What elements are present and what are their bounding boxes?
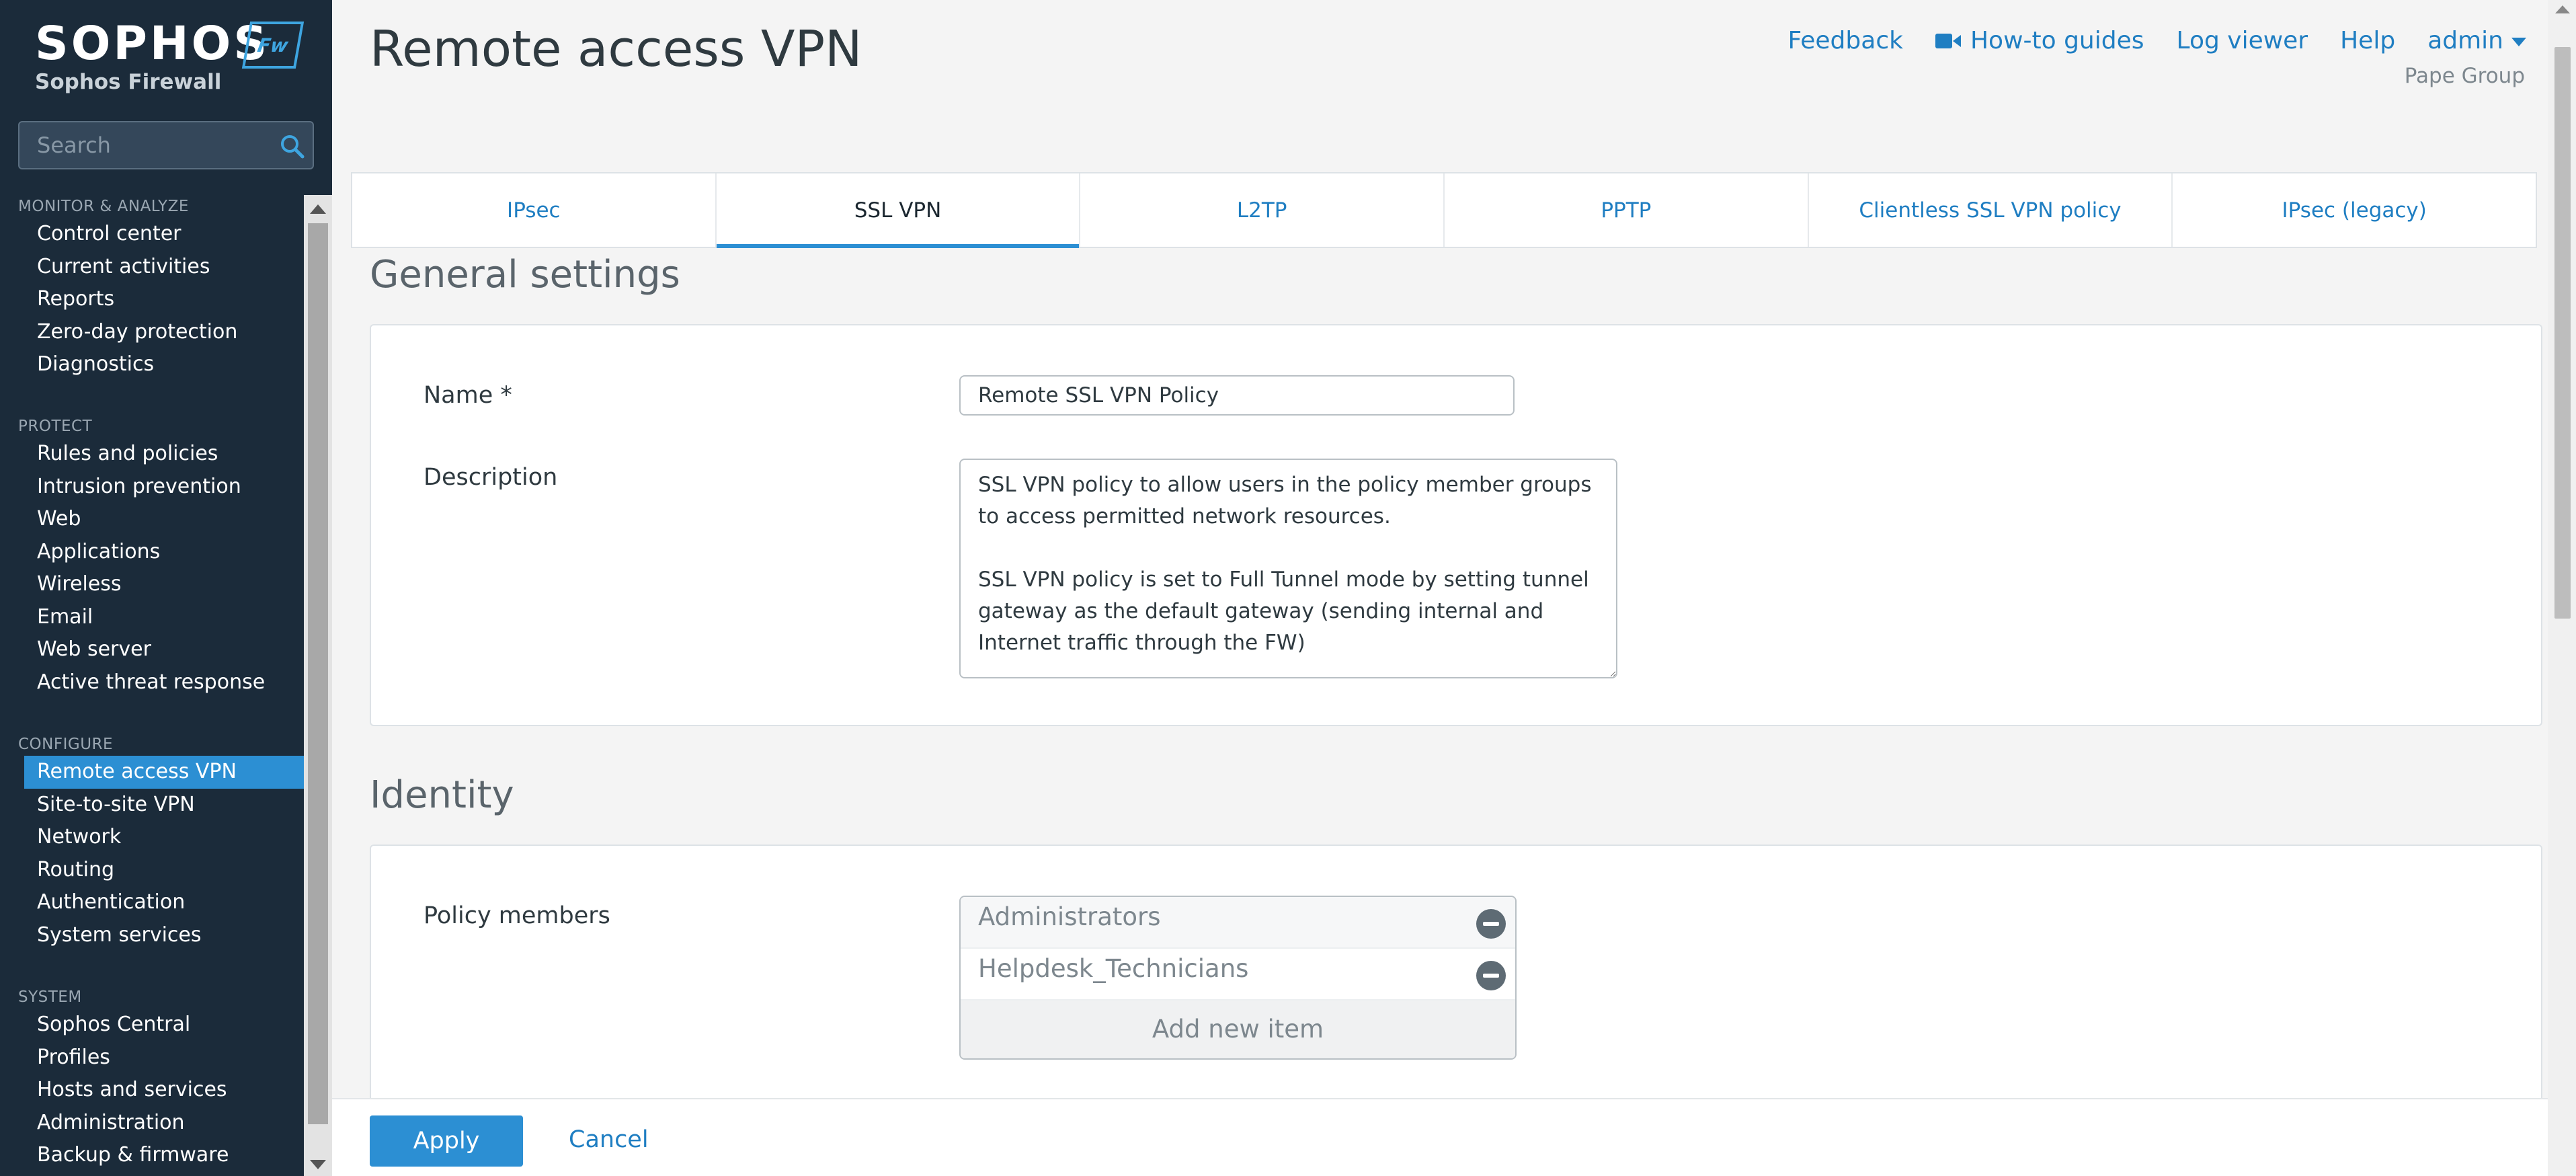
- sidebar-item-current-activities[interactable]: Current activities: [0, 251, 304, 284]
- how-to-guides-link[interactable]: How-to guides: [1935, 27, 2144, 54]
- admin-label: admin: [2427, 27, 2503, 54]
- tab-ipsec[interactable]: IPsec: [352, 173, 717, 247]
- sidebar-item-site-to-site-vpn[interactable]: Site-to-site VPN: [0, 789, 304, 822]
- remove-icon[interactable]: [1476, 961, 1506, 990]
- sidebar-item-zero-day-protection[interactable]: Zero-day protection: [0, 316, 304, 349]
- nav-heading: PROTECT: [18, 418, 93, 435]
- tab-pptp[interactable]: PPTP: [1445, 173, 1809, 247]
- identity-title: Identity: [370, 773, 514, 817]
- list-item: Helpdesk_Technicians: [961, 949, 1515, 1001]
- policy-members-label: Policy members: [424, 902, 610, 929]
- sidebar-item-administration[interactable]: Administration: [0, 1107, 304, 1140]
- sidebar-item-profiles[interactable]: Profiles: [0, 1042, 304, 1074]
- sidebar-item-system-services[interactable]: System services: [0, 919, 304, 952]
- sidebar-item-applications[interactable]: Applications: [0, 536, 304, 569]
- firewall-badge-icon: Fw: [241, 22, 305, 69]
- main-scrollbar[interactable]: [2548, 0, 2576, 1176]
- admin-menu[interactable]: admin: [2427, 27, 2526, 54]
- identity-panel: Policy members Administrators Helpdesk_T…: [370, 845, 2542, 1127]
- description-label: Description: [424, 464, 558, 491]
- sidebar-item-intrusion-prevention[interactable]: Intrusion prevention: [0, 471, 304, 504]
- sidebar-item-routing[interactable]: Routing: [0, 854, 304, 887]
- remove-icon[interactable]: [1476, 909, 1506, 939]
- sidebar-scrollbar[interactable]: [304, 195, 332, 1176]
- sidebar-item-backup-firmware[interactable]: Backup & firmware: [0, 1139, 304, 1172]
- sidebar-item-sophos-central[interactable]: Sophos Central: [0, 1009, 304, 1042]
- logo-product-name: Sophos Firewall: [35, 70, 222, 94]
- help-link[interactable]: Help: [2340, 27, 2395, 54]
- search-input[interactable]: [37, 130, 259, 160]
- nav-section-configure: CONFIGURE Remote access VPN Site-to-site…: [0, 733, 304, 951]
- video-camera-icon: [1935, 33, 1961, 48]
- name-field[interactable]: [959, 375, 1515, 416]
- tab-ipsec-legacy[interactable]: IPsec (legacy): [2173, 173, 2536, 247]
- sidebar-item-remote-access-vpn[interactable]: Remote access VPN: [24, 756, 304, 789]
- scroll-up-icon[interactable]: [2555, 5, 2570, 13]
- sidebar-item-wireless[interactable]: Wireless: [0, 568, 304, 601]
- scroll-down-icon[interactable]: [310, 1160, 326, 1169]
- nav-heading: CONFIGURE: [18, 736, 114, 753]
- nav-section-protect: PROTECT Rules and policies Intrusion pre…: [0, 415, 304, 699]
- sophos-logo[interactable]: SOPHOS Sophos Firewall: [35, 20, 270, 94]
- sidebar-item-hosts-and-services[interactable]: Hosts and services: [0, 1074, 304, 1107]
- top-links: Feedback How-to guides Log viewer Help a…: [1788, 27, 2526, 54]
- sidebar-item-active-threat-response[interactable]: Active threat response: [0, 666, 304, 699]
- tab-clientless-ssl-vpn-policy[interactable]: Clientless SSL VPN policy: [1809, 173, 2173, 247]
- search-box: [18, 121, 314, 169]
- sidebar-item-email[interactable]: Email: [0, 601, 304, 634]
- main-scroll-thumb[interactable]: [2554, 47, 2571, 619]
- sidebar-scroll-thumb[interactable]: [308, 223, 328, 1124]
- tab-l2tp[interactable]: L2TP: [1080, 173, 1445, 247]
- search-icon[interactable]: [279, 133, 306, 160]
- list-item: Administrators: [961, 897, 1515, 949]
- sidebar-item-network[interactable]: Network: [0, 821, 304, 854]
- nav-heading: MONITOR & ANALYZE: [18, 198, 189, 215]
- nav-section-system: SYSTEM Sophos Central Profiles Hosts and…: [0, 986, 304, 1172]
- description-field[interactable]: SSL VPN policy to allow users in the pol…: [959, 459, 1617, 678]
- feedback-link[interactable]: Feedback: [1788, 27, 1903, 54]
- scroll-up-icon[interactable]: [310, 204, 326, 214]
- action-footer: Apply Cancel: [332, 1098, 2548, 1176]
- sidebar-item-reports[interactable]: Reports: [0, 283, 304, 316]
- log-viewer-link[interactable]: Log viewer: [2177, 27, 2308, 54]
- sidebar-item-web[interactable]: Web: [0, 503, 304, 536]
- tab-ssl-vpn[interactable]: SSL VPN: [716, 173, 1081, 248]
- policy-members-list: Administrators Helpdesk_Technicians Add …: [959, 896, 1517, 1060]
- name-label: Name *: [424, 382, 512, 409]
- apply-button[interactable]: Apply: [370, 1115, 523, 1167]
- sidebar-item-diagnostics[interactable]: Diagnostics: [0, 348, 304, 381]
- sidebar: SOPHOS Sophos Firewall Fw MONITOR & ANAL…: [0, 0, 332, 1176]
- general-settings-title: General settings: [370, 253, 680, 297]
- sidebar-item-control-center[interactable]: Control center: [0, 218, 304, 251]
- general-settings-panel: Name * Description SSL VPN policy to all…: [370, 324, 2542, 726]
- member-name: Helpdesk_Technicians: [978, 954, 1249, 983]
- logo-brand: SOPHOS: [35, 17, 270, 71]
- nav-heading: SYSTEM: [18, 988, 82, 1006]
- sidebar-item-authentication[interactable]: Authentication: [0, 886, 304, 919]
- how-to-guides-label: How-to guides: [1970, 27, 2144, 54]
- member-name: Administrators: [978, 902, 1161, 931]
- nav-section-monitor: MONITOR & ANALYZE Control center Current…: [0, 195, 304, 381]
- caret-down-icon: [2511, 37, 2526, 46]
- sidebar-item-web-server[interactable]: Web server: [0, 633, 304, 666]
- organization-name: Pape Group: [2404, 64, 2525, 88]
- page-title: Remote access VPN: [370, 20, 862, 78]
- cancel-button[interactable]: Cancel: [569, 1126, 649, 1153]
- add-new-item-button[interactable]: Add new item: [961, 1001, 1515, 1058]
- sidebar-item-rules-and-policies[interactable]: Rules and policies: [0, 438, 304, 471]
- vpn-tab-bar: IPsec SSL VPN L2TP PPTP Clientless SSL V…: [351, 172, 2537, 248]
